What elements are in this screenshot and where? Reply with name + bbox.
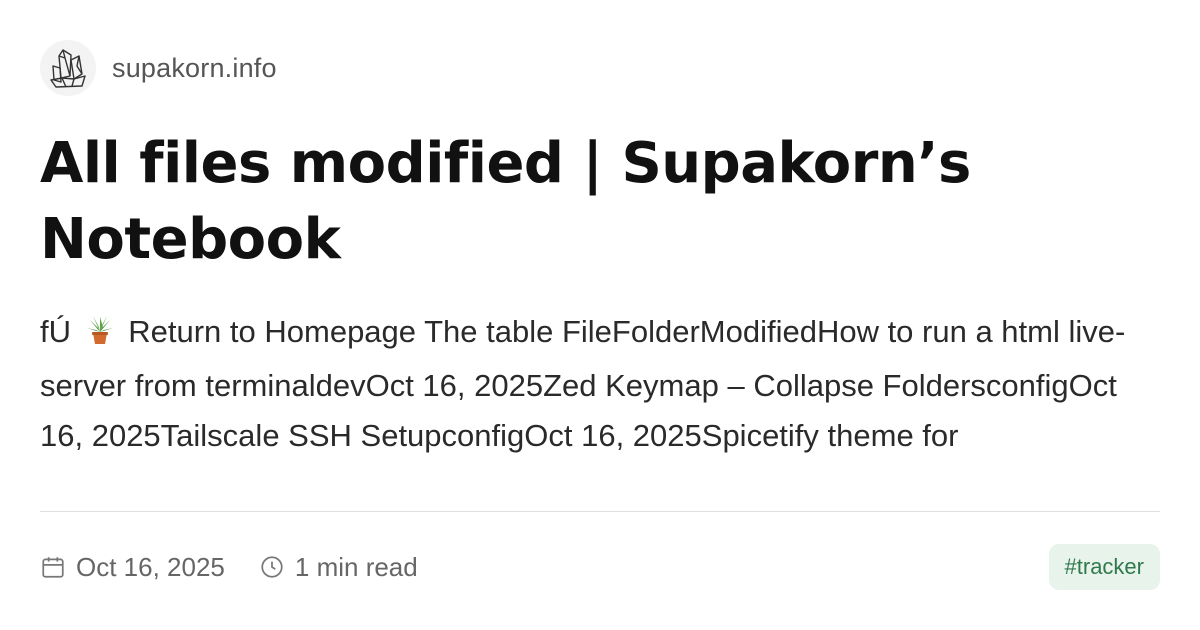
site-header: supakorn.info [40,40,1160,96]
post-meta: Oct 16, 2025 1 min read #tracker [40,544,1160,590]
site-logo[interactable] [40,40,96,96]
potted-plant-icon [84,311,116,361]
excerpt-prefix: fÚ [40,314,71,349]
tag-tracker[interactable]: #tracker [1048,544,1160,590]
calendar-icon [42,557,64,578]
divider [40,511,1160,512]
clock-icon [261,556,283,578]
post-date: Oct 16, 2025 [40,552,225,583]
og-card: supakorn.info All files modified | Supak… [40,40,1160,600]
post-date-text: Oct 16, 2025 [76,551,225,582]
crystal-cluster-icon [50,49,86,88]
read-time-text: 1 min read [294,551,418,582]
read-time: 1 min read [259,552,418,583]
site-name[interactable]: supakorn.info [112,53,277,84]
page-excerpt: fÚ Return to Homepage The table FileFold… [40,307,1150,457]
page-title: All files modified | Supakorn’s Notebook [40,131,971,272]
excerpt-text: Return to Homepage The table FileFolderM… [40,314,1126,453]
